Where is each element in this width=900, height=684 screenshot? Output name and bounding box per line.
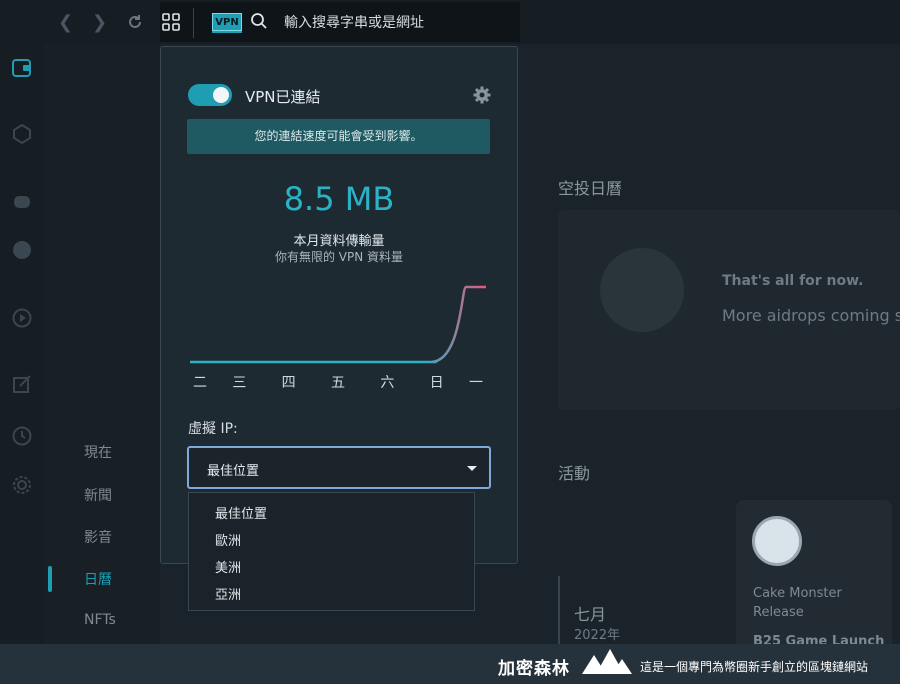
timeline-year: 2022年 — [574, 628, 621, 643]
data-limit-caption: 你有無限的 VPN 資料量 — [274, 250, 404, 264]
menu-item-now[interactable]: 現在 — [84, 442, 112, 462]
toolbar-divider — [193, 8, 194, 38]
location-dropdown: 最佳位置 歐洲 美洲 亞洲 — [188, 492, 475, 611]
reload-icon[interactable] — [126, 13, 144, 31]
location-option[interactable]: 最佳位置 — [215, 503, 267, 522]
chart-series-line — [190, 285, 486, 364]
vpn-toggle[interactable] — [188, 84, 232, 106]
location-option[interactable]: 亞洲 — [215, 584, 241, 603]
usage-chart — [190, 285, 486, 364]
timeline-line — [558, 576, 560, 644]
crypto-icon[interactable] — [11, 123, 33, 145]
empty-subtitle: More aidrops coming s — [722, 306, 900, 325]
address-placeholder[interactable]: 輸入搜尋字串或是網址 — [284, 12, 424, 32]
telegram-icon[interactable] — [11, 239, 33, 261]
chart-x-tick-label: 二 — [193, 375, 207, 391]
events-title: 活動 — [558, 464, 591, 483]
active-indicator — [48, 566, 52, 592]
gear-icon[interactable] — [473, 86, 491, 104]
chart-x-tick-label: 六 — [380, 375, 395, 391]
location-select-value: 最佳位置 — [207, 464, 260, 479]
player-icon[interactable] — [11, 307, 33, 329]
empty-title: That's all for now. — [722, 273, 864, 289]
timeline-month: 七月 — [574, 605, 607, 624]
location-option[interactable]: 歐洲 — [215, 530, 241, 549]
empty-illustration — [600, 248, 684, 332]
event-avatar — [752, 516, 802, 566]
event-subtitle: Release — [753, 605, 804, 620]
discord-icon[interactable] — [11, 191, 33, 213]
event-title: Cake Monster — [753, 586, 842, 601]
footer-slogan: 這是一個專門為幣圈新手創立的區塊鏈網站 — [640, 660, 869, 674]
menu-item-calendar[interactable]: 日曆 — [84, 569, 112, 589]
airdrop-calendar-title: 空投日曆 — [558, 179, 623, 198]
mountain-logo-icon — [582, 649, 632, 674]
chart-x-tick-label: 三 — [232, 375, 247, 391]
search-icon — [251, 13, 267, 29]
chart-x-tick-label: 四 — [281, 375, 296, 391]
vpn-active-indicator — [212, 31, 242, 33]
vpn-status-label: VPN已連結 — [245, 88, 321, 106]
location-option[interactable]: 美洲 — [215, 557, 241, 576]
virtual-ip-label: 虛擬 IP: — [188, 421, 238, 437]
location-select[interactable]: 最佳位置 — [187, 446, 491, 489]
wallet-icon[interactable] — [11, 57, 33, 79]
menu-item-video[interactable]: 影音 — [84, 527, 112, 547]
grid-icon[interactable] — [162, 13, 180, 31]
chevron-down-icon — [467, 466, 477, 471]
chart-x-tick-label: 一 — [469, 375, 483, 391]
menu-item-nfts[interactable]: NFTs — [84, 612, 116, 628]
menu-item-news[interactable]: 新聞 — [84, 485, 112, 505]
speed-notice: 您的連結速度可能會受到影響。 — [187, 119, 490, 154]
data-used-caption: 本月資料傳輸量 — [293, 234, 385, 249]
vpn-badge[interactable]: VPN — [212, 13, 242, 31]
clock-icon[interactable] — [11, 425, 33, 447]
chart-x-tick-label: 日 — [429, 375, 444, 391]
footer-brand: 加密森林 — [498, 659, 570, 679]
data-used-value: 8.5 MB — [283, 180, 395, 218]
toggle-knob — [213, 87, 229, 103]
secondary-panel — [44, 44, 160, 644]
back-icon[interactable]: ❮ — [58, 12, 73, 33]
forward-icon[interactable]: ❯ — [92, 12, 107, 33]
edit-icon[interactable] — [11, 373, 33, 395]
chart-x-tick-label: 五 — [331, 375, 345, 391]
settings-icon[interactable] — [11, 474, 33, 496]
